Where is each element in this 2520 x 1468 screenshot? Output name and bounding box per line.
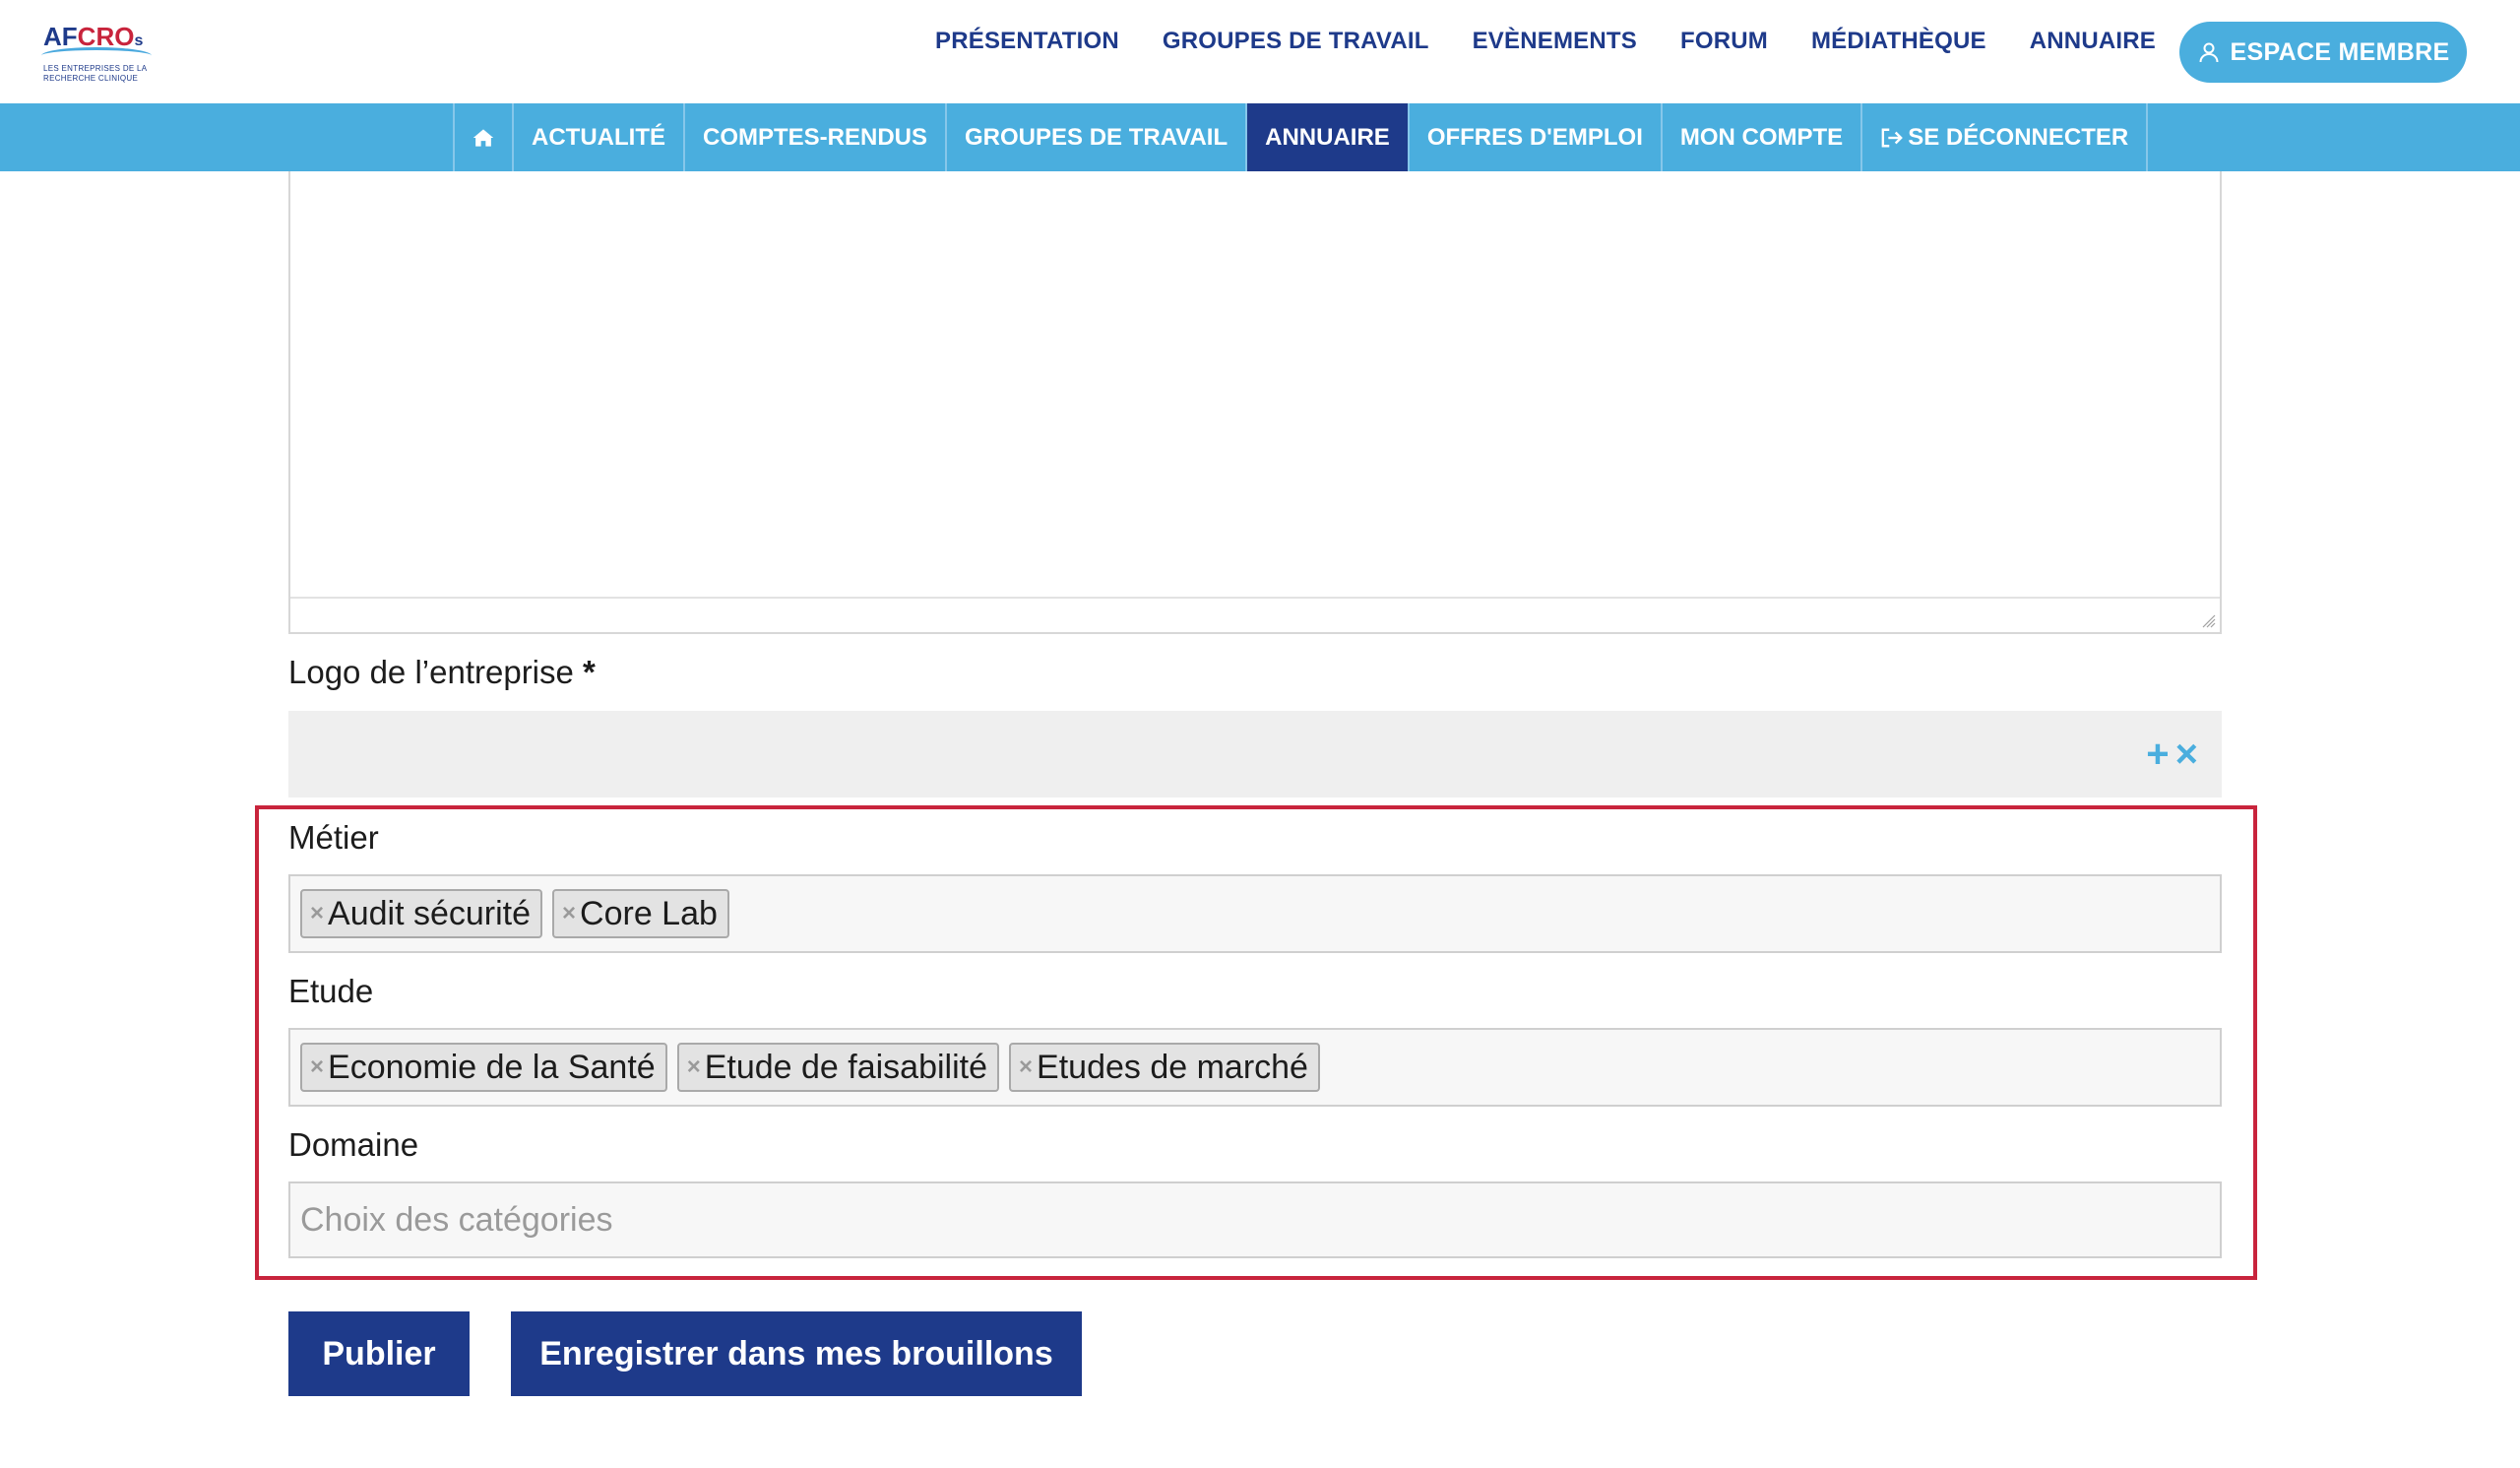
user-icon <box>2199 42 2219 63</box>
etude-tag-input[interactable]: × Economie de la Santé × Etude de faisab… <box>288 1028 2222 1107</box>
subnav-mon-compte[interactable]: MON COMPTE <box>1663 103 1863 171</box>
tag-label: Economie de la Santé <box>328 1048 656 1086</box>
logo-s: s <box>134 32 144 49</box>
remove-tag-icon[interactable]: × <box>562 900 576 927</box>
subnav-groupes-de-travail[interactable]: GROUPES DE TRAVAIL <box>947 103 1248 171</box>
logo-tagline: LES ENTREPRISES DE LA RECHERCHE CLINIQUE <box>43 64 147 84</box>
logo-field-label-text: Logo de l’entreprise <box>288 654 574 690</box>
espace-membre-label: ESPACE MEMBRE <box>2230 37 2450 66</box>
metier-label: Métier <box>288 819 379 856</box>
remove-tag-icon[interactable]: × <box>310 1053 324 1081</box>
tag-audit-securite: × Audit sécurité <box>300 889 543 938</box>
save-draft-button[interactable]: Enregistrer dans mes brouillons <box>511 1311 1082 1396</box>
logo-tagline-line-1: LES ENTREPRISES DE LA <box>43 64 148 73</box>
nav-presentation[interactable]: PRÉSENTATION <box>935 22 1119 61</box>
subnav-se-deconnecter-label: SE DÉCONNECTER <box>1908 123 2129 151</box>
tag-etude-de-faisabilite: × Etude de faisabilité <box>676 1043 1000 1092</box>
required-mark: * <box>583 654 596 690</box>
afcros-logo[interactable]: AFCROs LES ENTREPRISES DE LA RECHERCHE C… <box>41 18 159 89</box>
tag-etudes-de-marche: × Etudes de marché <box>1009 1043 1320 1092</box>
domaine-select-input[interactable] <box>288 1181 2222 1258</box>
remove-tag-icon[interactable]: × <box>1019 1053 1033 1081</box>
subnav-home[interactable] <box>453 103 514 171</box>
logo-tagline-line-2: RECHERCHE CLINIQUE <box>43 74 139 83</box>
remove-tag-icon[interactable]: × <box>310 900 324 927</box>
close-icon[interactable]: × <box>2175 734 2198 774</box>
logo-upload-field[interactable]: + × <box>288 711 2222 798</box>
resize-grip-icon[interactable] <box>2200 612 2216 628</box>
subnav-actualite[interactable]: ACTUALITÉ <box>514 103 685 171</box>
nav-evenements[interactable]: EVÈNEMENTS <box>1473 22 1637 61</box>
main-nav: PRÉSENTATION GROUPES DE TRAVAIL EVÈNEMEN… <box>935 28 2156 61</box>
logo-field-label: Logo de l’entreprise * <box>288 654 596 691</box>
member-subnav: ACTUALITÉ COMPTES-RENDUS GROUPES DE TRAV… <box>0 103 2520 171</box>
editor-status-bar <box>290 597 2220 632</box>
subnav-se-deconnecter[interactable]: SE DÉCONNECTER <box>1862 103 2149 171</box>
tag-economie-de-la-sante: × Economie de la Santé <box>300 1043 667 1092</box>
tag-label: Etude de faisabilité <box>704 1048 988 1086</box>
tag-core-lab: × Core Lab <box>552 889 729 938</box>
espace-membre-button[interactable]: ESPACE MEMBRE <box>2179 22 2467 83</box>
subnav-offres-d-emploi[interactable]: OFFRES D'EMPLOI <box>1410 103 1663 171</box>
nav-groupes-de-travail[interactable]: GROUPES DE TRAVAIL <box>1163 22 1429 61</box>
subnav-annuaire[interactable]: ANNUAIRE <box>1247 103 1410 171</box>
sign-out-icon <box>1881 128 1904 147</box>
site-header: AFCROs LES ENTREPRISES DE LA RECHERCHE C… <box>0 0 2520 103</box>
nav-mediatheque[interactable]: MÉDIATHÈQUE <box>1811 22 1986 61</box>
tag-label: Etudes de marché <box>1037 1048 1308 1086</box>
tag-label: Audit sécurité <box>328 894 532 932</box>
description-textarea[interactable] <box>288 171 2222 634</box>
remove-tag-icon[interactable]: × <box>687 1053 701 1081</box>
subnav-comptes-rendus[interactable]: COMPTES-RENDUS <box>685 103 947 171</box>
plus-icon[interactable]: + <box>2146 734 2169 774</box>
domaine-label: Domaine <box>288 1126 419 1163</box>
logo-swoosh <box>41 47 152 64</box>
nav-forum[interactable]: FORUM <box>1680 22 1768 61</box>
tag-label: Core Lab <box>580 894 718 932</box>
home-icon <box>472 128 494 147</box>
publish-button[interactable]: Publier <box>288 1311 470 1396</box>
nav-annuaire[interactable]: ANNUAIRE <box>2030 22 2156 61</box>
metier-tag-input[interactable]: × Audit sécurité × Core Lab <box>288 874 2222 953</box>
logo-af: AF <box>43 22 78 51</box>
etude-label: Etude <box>288 973 374 1009</box>
